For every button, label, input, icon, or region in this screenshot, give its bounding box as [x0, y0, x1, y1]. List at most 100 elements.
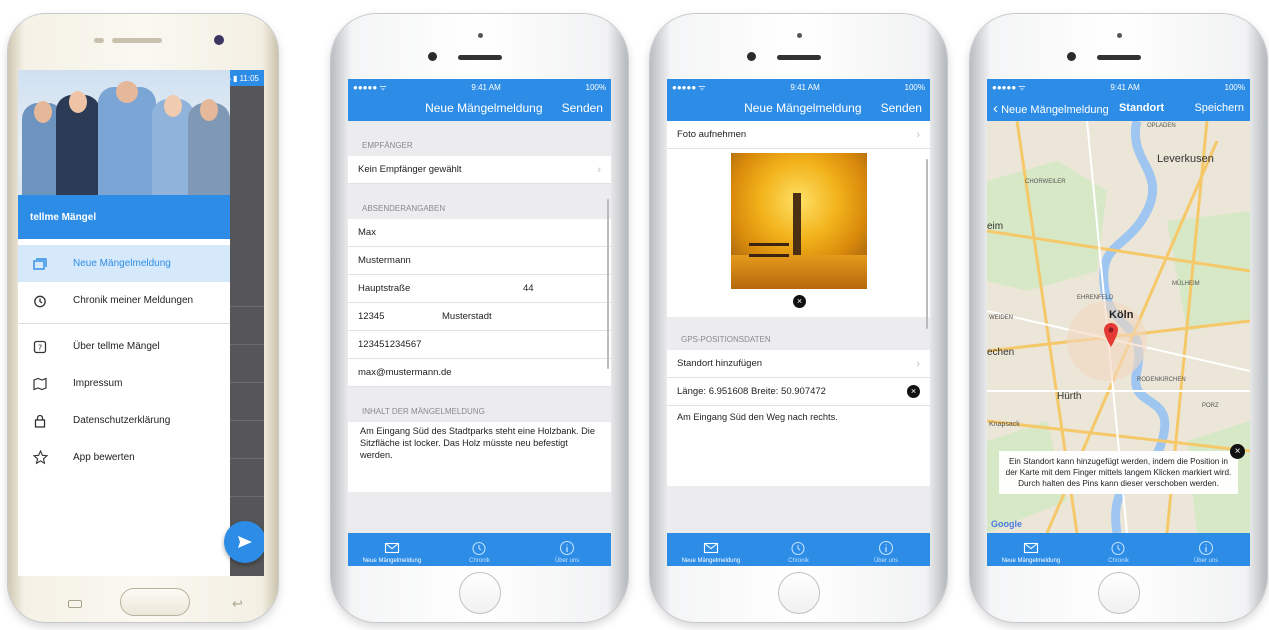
scrollbar[interactable]	[926, 159, 928, 329]
nav-title: Neue Mängelmeldung	[744, 101, 862, 115]
scrollbar[interactable]	[607, 199, 609, 369]
history-icon	[32, 293, 48, 309]
location-note-textarea[interactable]: Am Eingang Süd den Weg nach rechts.	[667, 406, 930, 486]
svg-text:?: ?	[38, 343, 42, 352]
speaker-grille	[112, 38, 162, 43]
firstname-field[interactable]: Max	[348, 219, 611, 247]
home-button[interactable]	[458, 572, 501, 614]
email-field[interactable]: max@mustermann.de	[348, 359, 611, 387]
drawer-item-datenschutz[interactable]: Datenschutzerklärung	[18, 402, 230, 439]
map-label-leverkusen: Leverkusen	[1157, 153, 1214, 165]
google-logo: Google	[991, 519, 1022, 529]
photo-screen: ●●●●● ᯤ 9:41 AM 100% Neue Mängelmeldung …	[667, 79, 930, 566]
lock-icon	[32, 413, 48, 429]
phone-field[interactable]: 123451234567	[348, 331, 611, 359]
remove-photo-button[interactable]: ×	[793, 295, 806, 308]
home-button[interactable]	[120, 588, 190, 616]
map-label-heim: eim	[987, 221, 1004, 232]
info-icon	[879, 540, 894, 556]
iphone-map: ●●●●● ᯤ 9:41 AM 100% ‹ Neue Mängelmeldun…	[970, 14, 1267, 622]
description-textarea[interactable]: Am Eingang Süd des Stadtparks steht eine…	[348, 422, 611, 492]
house-number-field[interactable]: 44	[523, 283, 534, 294]
tab-bar: Neue Mängelmeldung Chronik Über uns	[348, 533, 611, 566]
save-button[interactable]: Speichern	[1194, 102, 1244, 114]
front-camera	[1067, 52, 1076, 61]
tab-chronik[interactable]: Chronik	[1075, 540, 1162, 564]
drawer-item-impressum[interactable]: Impressum	[18, 365, 230, 402]
drawer-item-chronik[interactable]: Chronik meiner Meldungen	[18, 282, 230, 319]
tab-neue-meldung[interactable]: Neue Mängelmeldung	[348, 540, 435, 564]
send-icon	[238, 536, 252, 548]
photo-container: ×	[667, 149, 930, 317]
back-icon[interactable]: ↩	[232, 597, 243, 610]
tab-chronik[interactable]: Chronik	[436, 540, 523, 564]
mail-icon	[1023, 542, 1038, 554]
scrim	[230, 86, 264, 576]
section-label-gps: GPS-POSITIONSDATEN	[681, 335, 771, 344]
send-button[interactable]: Senden	[562, 101, 603, 115]
send-fab[interactable]	[224, 521, 264, 563]
drawer-item-bewerten[interactable]: App bewerten	[18, 439, 230, 476]
home-button[interactable]	[1097, 572, 1140, 614]
ios-status-bar: ●●●●● ᯤ 9:41 AM 100%	[667, 79, 930, 95]
street-field[interactable]: Hauptstraße	[358, 283, 523, 294]
chevron-left-icon: ‹	[993, 99, 998, 117]
tab-ueber-uns[interactable]: Über uns	[524, 540, 611, 564]
map-label-muelheim: MÜLHEIM	[1172, 281, 1200, 287]
drawer-divider	[18, 323, 230, 324]
map-label-koeln: Köln	[1109, 309, 1134, 321]
street-row: Hauptstraße 44	[348, 275, 611, 303]
tab-neue-meldung[interactable]: Neue Mängelmeldung	[987, 540, 1074, 564]
map-label-ehrenfeld: EHRENFELD	[1077, 295, 1114, 301]
map-screen: ●●●●● ᯤ 9:41 AM 100% ‹ Neue Mängelmeldun…	[987, 79, 1250, 566]
help-icon: ?	[32, 339, 48, 355]
nav-bar: ‹ Neue Mängelmeldung Standort Speichern	[987, 95, 1250, 121]
history-icon	[791, 541, 806, 556]
drawer-item-neue-maengelmeldung[interactable]: Neue Mängelmeldung	[18, 245, 230, 282]
tab-chronik[interactable]: Chronik	[755, 540, 842, 564]
drawer-item-ueber[interactable]: ? Über tellme Mängel	[18, 328, 230, 365]
drawer-title: tellme Mängel	[18, 195, 230, 239]
photo-thumbnail[interactable]	[731, 153, 867, 289]
speaker	[776, 55, 821, 60]
city-field[interactable]: Musterstadt	[442, 311, 492, 322]
speaker	[1096, 55, 1141, 60]
send-button[interactable]: Senden	[881, 101, 922, 115]
lastname-field[interactable]: Mustermann	[348, 247, 611, 275]
ios-status-bar: ●●●●● ᯤ 9:41 AM 100%	[348, 79, 611, 95]
tab-neue-meldung[interactable]: Neue Mängelmeldung	[667, 540, 754, 564]
front-camera	[428, 52, 437, 61]
take-photo-row[interactable]: Foto aufnehmen ›	[667, 121, 930, 149]
sensor	[94, 38, 104, 43]
history-icon	[1111, 541, 1126, 556]
map-view[interactable]: Leverkusen OPLADEN CHORWEILER eim EHRENF…	[987, 121, 1250, 533]
info-icon	[1199, 540, 1214, 556]
section-label-absender: ABSENDERANGABEN	[362, 204, 446, 213]
tab-bar: Neue Mängelmeldung Chronik Über uns	[667, 533, 930, 566]
location-pin-icon[interactable]	[1103, 323, 1119, 347]
zip-field[interactable]: 12345	[358, 311, 442, 322]
history-icon	[472, 541, 487, 556]
home-button[interactable]	[777, 572, 820, 614]
nav-bar: Neue Mängelmeldung Senden	[667, 95, 930, 121]
recent-apps-icon[interactable]	[68, 600, 82, 608]
map-label-porz: PORZ	[1202, 403, 1219, 409]
front-sensor	[477, 33, 483, 38]
add-location-row[interactable]: Standort hinzufügen ›	[667, 350, 930, 378]
front-sensor	[1116, 33, 1122, 38]
tab-bar: Neue Mängelmeldung Chronik Über uns	[987, 533, 1250, 566]
iphone-form: ●●●●● ᯤ 9:41 AM 100% Neue Mängelmeldung …	[331, 14, 628, 622]
back-button[interactable]: ‹ Neue Mängelmeldung	[993, 100, 1109, 117]
map-label-rodenkirchen: RODENKIRCHEN	[1137, 377, 1186, 383]
map-label-weiden: WEIDEN	[989, 315, 1013, 321]
mail-icon	[703, 542, 718, 554]
recipient-row[interactable]: Kein Empfänger gewählt ›	[348, 156, 611, 184]
map-label-opladen: OPLADEN	[1147, 123, 1176, 129]
city-row: 12345 Musterstadt	[348, 303, 611, 331]
remove-location-button[interactable]: ×	[907, 385, 920, 398]
tab-ueber-uns[interactable]: Über uns	[843, 540, 930, 564]
tab-ueber-uns[interactable]: Über uns	[1163, 540, 1250, 564]
ios-status-bar: ●●●●● ᯤ 9:41 AM 100%	[987, 79, 1250, 95]
navigation-drawer: tellme Mängel Neue Mängelmeldung Chronik…	[18, 70, 230, 576]
close-hint-button[interactable]: ×	[1230, 444, 1245, 459]
